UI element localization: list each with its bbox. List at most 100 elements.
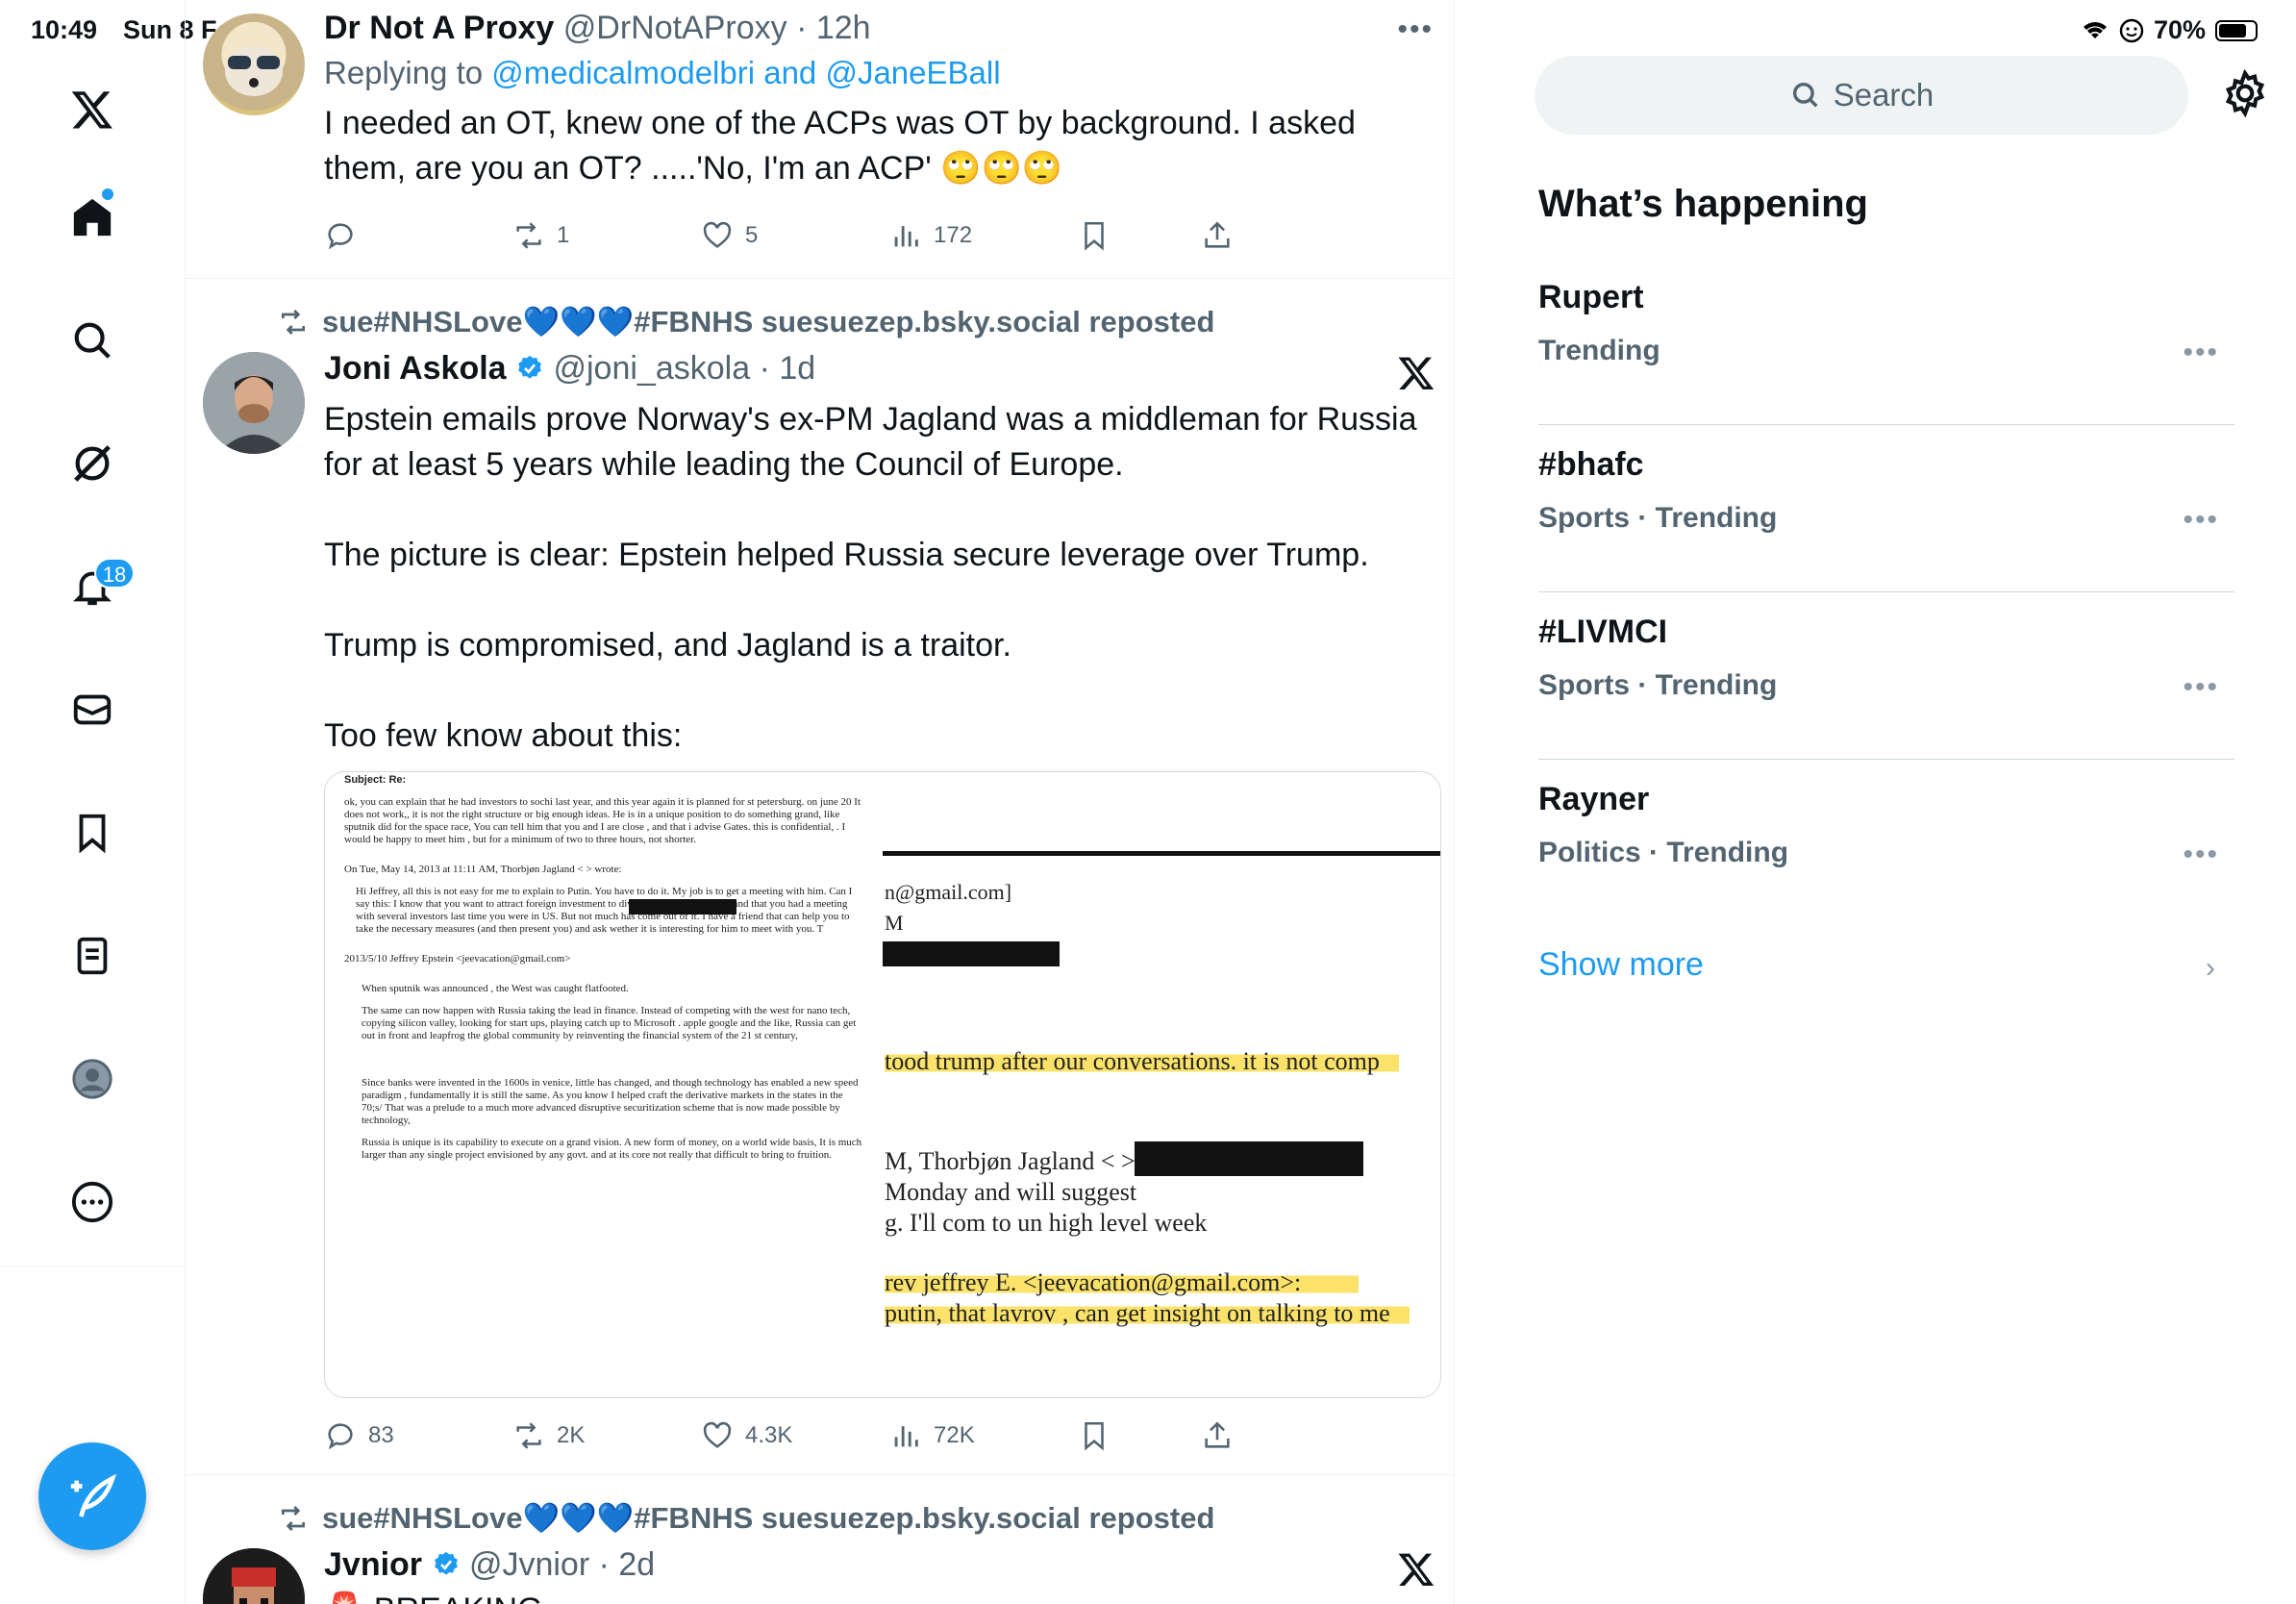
trend-name: Rupert <box>1538 279 1644 315</box>
views-count: 72K <box>934 1422 975 1448</box>
doc-line: g. I'll com to un high level week <box>885 1209 1208 1237</box>
lists-icon[interactable] <box>63 927 121 985</box>
bookmarks-icon[interactable] <box>63 804 121 862</box>
doc-line: 2013/5/10 Jeffrey Epstein <jeevacation@g… <box>344 953 571 965</box>
tweet-media-image[interactable]: Subject: Re: ok, you can explain that he… <box>324 771 1441 1398</box>
repost-icon <box>516 222 541 249</box>
email-document-left: Subject: Re: ok, you can explain that he… <box>325 772 883 1397</box>
bookmark-button[interactable] <box>1078 219 1111 252</box>
trend-item[interactable]: #bhafc Sports · Trending ••• <box>1538 425 2234 592</box>
repost-context-text[interactable]: sue#NHSLove💙💙💙#FBNHS suesuezep.bsky.soci… <box>322 304 1214 339</box>
bookmark-icon <box>1085 1421 1104 1451</box>
tweet-more-button[interactable]: ••• <box>1397 13 1434 46</box>
tweet-time[interactable]: 2d <box>618 1546 655 1583</box>
doc-line: n@gmail.com] <box>885 880 1012 904</box>
redaction-bar <box>1135 1141 1363 1176</box>
doc-line: Russia is unique is its capability to ex… <box>362 1137 862 1161</box>
reply-button[interactable]: 83 <box>324 1419 394 1452</box>
timeline-feed[interactable]: Dr Not A Proxy @DrNotAProxy · 12h Replyi… <box>186 0 1455 1604</box>
repost-count: 1 <box>557 222 570 248</box>
doc-line: tood trump after our conversations. it i… <box>885 1047 1399 1076</box>
x-logo-icon[interactable] <box>1397 1550 1435 1589</box>
author-handle[interactable]: @Jvnior <box>469 1546 589 1583</box>
email-document-right: n@gmail.com] M tood trump after our conv… <box>883 772 1440 1397</box>
reply-button[interactable] <box>324 219 368 252</box>
x-logo-icon[interactable] <box>63 81 121 138</box>
compose-button[interactable] <box>38 1442 146 1550</box>
focus-icon <box>2119 18 2144 42</box>
tweet-header: Dr Not A Proxy @DrNotAProxy · 12h <box>324 10 871 46</box>
repost-context-text[interactable]: sue#NHSLove💙💙💙#FBNHS suesuezep.bsky.soci… <box>322 1500 1214 1536</box>
share-button[interactable] <box>1201 1419 1234 1452</box>
trend-more-button[interactable]: ••• <box>2183 839 2219 871</box>
status-right: 70% <box>2081 15 2258 45</box>
repost-icon <box>282 1505 305 1531</box>
tweet-body: Dr Not A Proxy @DrNotAProxy · 12h Replyi… <box>324 10 1435 191</box>
tweet-text: 🚨 BREAKING <box>324 1588 1435 1604</box>
trend-item[interactable]: Rayner Politics · Trending ••• <box>1538 760 2234 927</box>
views-button[interactable]: 72K <box>889 1419 975 1452</box>
tweet-text: I needed an OT, knew one of the ACPs was… <box>324 105 1365 187</box>
replying-to-link[interactable]: @medicalmodelbri and @JaneEBall <box>491 55 1000 90</box>
tweet[interactable]: Dr Not A Proxy @DrNotAProxy · 12h Replyi… <box>186 0 1454 279</box>
share-button[interactable] <box>1201 219 1234 252</box>
author-name[interactable]: Joni Askola <box>324 350 507 387</box>
like-button[interactable]: 4.3K <box>701 1419 792 1452</box>
show-more-link[interactable]: Show more <box>1538 946 1704 984</box>
more-icon[interactable] <box>63 1173 121 1231</box>
author-name[interactable]: Dr Not A Proxy <box>324 10 554 46</box>
author-handle[interactable]: @joni_askola <box>553 350 750 387</box>
author-handle[interactable]: @DrNotAProxy <box>563 10 787 46</box>
reply-icon <box>328 223 353 250</box>
left-navigation: 18 <box>0 0 186 1604</box>
tweet[interactable]: sue#NHSLove💙💙💙#FBNHS suesuezep.bsky.soci… <box>186 279 1454 1475</box>
tweet-time[interactable]: 1d <box>779 350 815 387</box>
x-logo-icon[interactable] <box>1397 354 1435 392</box>
share-icon <box>1205 221 1230 248</box>
reply-icon <box>328 1423 353 1450</box>
home-unread-dot <box>102 188 113 200</box>
trend-name: #LIVMCI <box>1538 614 1668 650</box>
trend-item[interactable]: Rupert Trending ••• <box>1538 258 2234 425</box>
verified-icon <box>434 1551 458 1575</box>
doc-line: Subject: Re: <box>344 774 407 786</box>
notifications-badge: 18 <box>94 558 135 589</box>
search-input[interactable]: Search <box>1535 56 2188 135</box>
bookmark-button[interactable] <box>1078 1419 1111 1452</box>
repost-button[interactable]: 1 <box>512 219 569 252</box>
like-icon <box>703 1421 732 1448</box>
like-button[interactable]: 5 <box>701 219 758 252</box>
tweet-time[interactable]: 12h <box>816 10 871 46</box>
trend-more-button[interactable]: ••• <box>2183 671 2219 704</box>
repost-button[interactable]: 2K <box>512 1419 585 1452</box>
doc-rule <box>883 851 1440 856</box>
trend-more-button[interactable]: ••• <box>2183 337 2219 369</box>
messages-icon[interactable] <box>63 681 121 739</box>
search-icon[interactable] <box>63 312 121 369</box>
tweet-header: Joni Askola @joni_askola · 1d <box>324 350 816 387</box>
author-name[interactable]: Jvnior <box>324 1546 422 1583</box>
avatar[interactable] <box>203 352 305 454</box>
tweet-body: Jvnior @Jvnior · 2d 🚨 BREAKING <box>324 1546 1435 1604</box>
search-icon <box>1792 82 1818 108</box>
doc-line: When sputnik was announced , the West wa… <box>362 983 629 994</box>
trend-item[interactable]: #LIVMCI Sports · Trending ••• <box>1538 592 2234 760</box>
avatar[interactable] <box>203 13 305 115</box>
redaction-bar <box>883 941 1060 966</box>
tweet[interactable]: sue#NHSLove💙💙💙#FBNHS suesuezep.bsky.soci… <box>186 1475 1454 1604</box>
doc-line: On Tue, May 14, 2013 at 11:11 AM, Thorbj… <box>344 864 622 875</box>
trend-more-button[interactable]: ••• <box>2183 504 2219 537</box>
trend-meta: Trending <box>1538 335 1660 366</box>
gear-icon[interactable] <box>2221 69 2269 117</box>
views-button[interactable]: 172 <box>889 219 972 252</box>
doc-line: putin, that lavrov , can get insight on … <box>885 1299 1410 1328</box>
repost-count: 2K <box>557 1422 586 1448</box>
profile-icon[interactable] <box>63 1050 121 1108</box>
trend-meta: Politics · Trending <box>1538 837 1789 868</box>
doc-line: Hi Jeffrey, all this is not easy for me … <box>356 886 853 935</box>
search-placeholder: Search <box>1833 77 1934 113</box>
grok-icon[interactable] <box>63 435 121 492</box>
like-icon <box>703 221 732 248</box>
avatar[interactable] <box>203 1548 305 1604</box>
trend-meta: Sports · Trending <box>1538 502 1778 534</box>
